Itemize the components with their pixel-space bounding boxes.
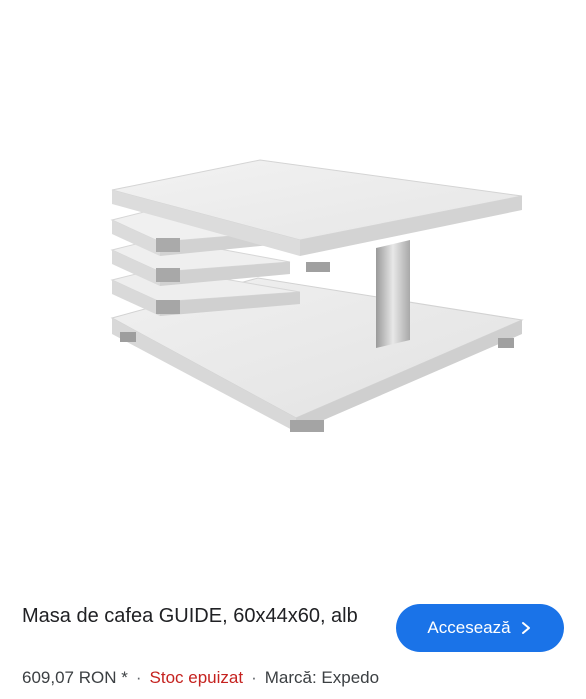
product-title[interactable]: Masa de cafea GUIDE, 60x44x60, alb [22,602,382,630]
separator-dot: · [135,668,142,687]
stock-status: Stoc epuizat [149,668,244,687]
brand: Marcă: Expedo [264,668,380,687]
coffee-table-illustration [110,159,524,432]
chevron-right-icon [519,621,533,635]
access-button[interactable]: Accesează [396,604,564,652]
separator-dot: · [251,668,257,687]
price: 609,07 RON * [22,668,128,687]
access-button-label: Accesează [427,618,511,637]
product-meta-line: 609,07 RON * · Stoc epuizat · Marcă: Expedo [22,666,379,690]
product-image[interactable] [0,0,586,585]
